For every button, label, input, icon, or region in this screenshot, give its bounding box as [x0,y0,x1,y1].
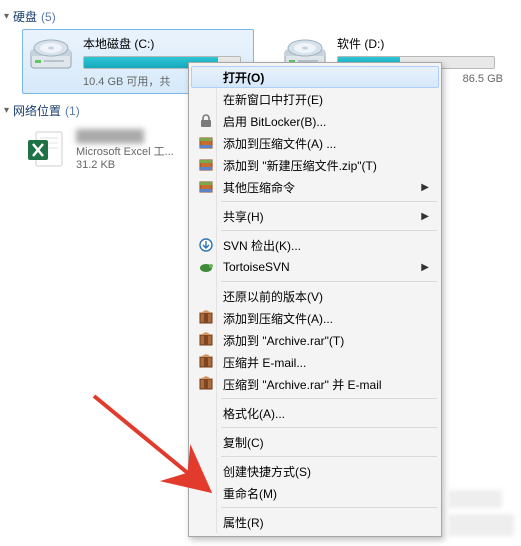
menu-label: 添加到压缩文件(A) ... [223,135,336,152]
blurred-region [448,514,514,536]
menu-share[interactable]: 共享(H) ▶ [191,205,439,227]
menu-separator [221,456,437,457]
svn-checkout-icon [197,236,215,254]
menu-label: TortoiseSVN [223,260,290,274]
menu-label: 其他压缩命令 [223,179,295,196]
menu-create-shortcut[interactable]: 创建快捷方式(S) [191,460,439,482]
menu-label: 属性(R) [223,514,264,531]
submenu-arrow-icon: ▶ [421,211,429,222]
menu-separator [221,230,437,231]
menu-label: 重命名(M) [223,485,277,502]
group-title: 网络位置 [13,102,61,119]
collapse-arrow-icon[interactable]: ▾ [4,12,9,22]
archive-icon [197,134,215,152]
menu-tortoise-svn[interactable]: TortoiseSVN ▶ [191,256,439,278]
menu-previous-versions[interactable]: 还原以前的版本(V) [191,285,439,307]
menu-open[interactable]: 打开(O) [191,66,439,88]
menu-add-archive-2[interactable]: 添加到压缩文件(A)... [191,307,439,329]
menu-add-to-zip[interactable]: 添加到 "新建压缩文件.zip"(T) [191,154,439,176]
menu-compress-email[interactable]: 压缩并 E-mail... [191,351,439,373]
blurred-region [448,490,502,508]
archive-icon [197,178,215,196]
drive-name: 本地磁盘 (C:) [83,35,249,56]
menu-open-new-window[interactable]: 在新窗口中打开(E) [191,88,439,110]
menu-label: 启用 BitLocker(B)... [223,113,326,130]
group-header-drives[interactable]: ▾ 硬盘 (5) [4,6,517,29]
menu-properties[interactable]: 属性(R) [191,511,439,533]
menu-label: 创建快捷方式(S) [223,463,311,480]
menu-separator [221,281,437,282]
file-size: 31.2 KB [76,159,174,171]
bitlocker-icon [197,112,215,130]
menu-label: 还原以前的版本(V) [223,288,323,305]
group-count: (5) [41,10,56,24]
winrar-icon [197,375,215,393]
menu-separator [221,427,437,428]
file-name: ████████ [76,129,174,143]
menu-label: 压缩到 "Archive.rar" 并 E-mail [223,376,382,393]
menu-compress-rar-email[interactable]: 压缩到 "Archive.rar" 并 E-mail [191,373,439,395]
menu-label: 在新窗口中打开(E) [223,91,323,108]
submenu-arrow-icon: ▶ [421,262,429,273]
menu-format[interactable]: 格式化(A)... [191,402,439,424]
menu-separator [221,507,437,508]
group-count: (1) [65,104,80,118]
menu-label: SVN 检出(K)... [223,237,301,254]
winrar-icon [197,353,215,371]
winrar-icon [197,331,215,349]
menu-add-to-rar[interactable]: 添加到 "Archive.rar"(T) [191,329,439,351]
winrar-icon [197,309,215,327]
drive-name: 软件 (D:) [337,35,503,56]
menu-label: 共享(H) [223,208,264,225]
menu-other-archive[interactable]: 其他压缩命令 ▶ [191,176,439,198]
hard-drive-icon [27,34,75,78]
menu-label: 复制(C) [223,434,264,451]
menu-separator [221,398,437,399]
menu-separator [221,201,437,202]
menu-label: 添加到 "新建压缩文件.zip"(T) [223,157,377,174]
menu-label: 格式化(A)... [223,405,285,422]
submenu-arrow-icon: ▶ [421,182,429,193]
menu-bitlocker[interactable]: 启用 BitLocker(B)... [191,110,439,132]
menu-label: 添加到 "Archive.rar"(T) [223,332,344,349]
file-text: ████████ Microsoft Excel 工... 31.2 KB [76,129,174,171]
menu-rename[interactable]: 重命名(M) [191,482,439,504]
file-type: Microsoft Excel 工... [76,143,174,159]
excel-file-icon [26,129,66,169]
collapse-arrow-icon[interactable]: ▾ [4,106,9,116]
menu-label: 添加到压缩文件(A)... [223,310,333,327]
context-menu: 打开(O) 在新窗口中打开(E) 启用 BitLocker(B)... 添加到压… [188,62,442,537]
menu-svn-checkout[interactable]: SVN 检出(K)... [191,234,439,256]
group-title: 硬盘 [13,8,37,25]
menu-copy[interactable]: 复制(C) [191,431,439,453]
menu-label: 打开(O) [223,69,264,86]
menu-label: 压缩并 E-mail... [223,354,306,371]
menu-add-archive[interactable]: 添加到压缩文件(A) ... [191,132,439,154]
tortoise-icon [197,258,215,276]
archive-icon [197,156,215,174]
